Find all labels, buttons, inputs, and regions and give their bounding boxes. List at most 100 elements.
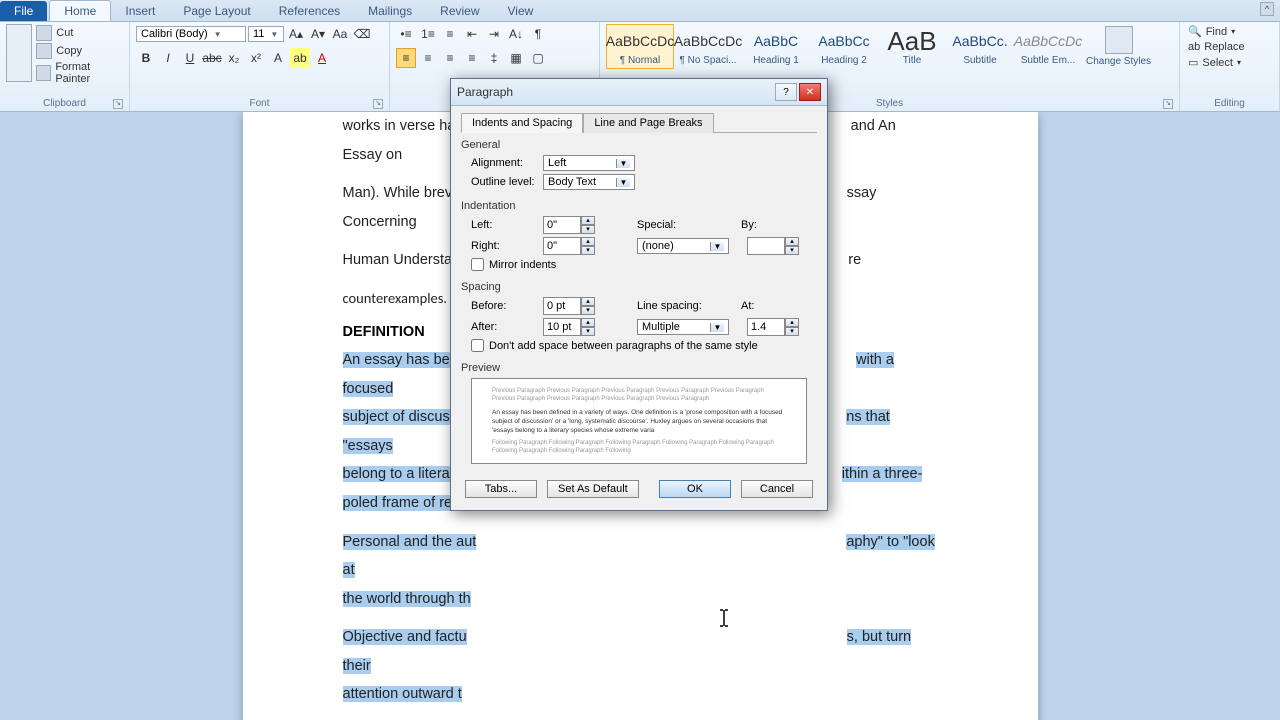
tab-insert[interactable]: Insert xyxy=(111,1,169,21)
minimize-ribbon-icon[interactable]: ^ xyxy=(1260,2,1274,16)
tab-file[interactable]: File xyxy=(0,1,47,21)
font-launcher[interactable]: ↘ xyxy=(373,99,383,109)
underline-button[interactable]: U xyxy=(180,48,200,68)
section-general: General xyxy=(461,139,817,151)
select-button[interactable]: ▭Select▾ xyxy=(1186,55,1273,70)
help-button[interactable]: ? xyxy=(775,83,797,101)
change-styles-icon xyxy=(1105,26,1133,54)
format-painter-button[interactable]: Format Painter xyxy=(36,60,123,86)
numbering-button[interactable]: 1≡ xyxy=(418,24,438,44)
justify-button[interactable]: ≡ xyxy=(462,48,482,68)
style-nospacing[interactable]: AaBbCcDc¶ No Spaci... xyxy=(674,24,742,69)
brush-icon xyxy=(36,65,51,81)
indent-left-spin[interactable]: ▴▾ xyxy=(543,216,595,234)
find-button[interactable]: 🔍Find▾ xyxy=(1186,24,1273,39)
grow-font-button[interactable]: A▴ xyxy=(286,24,306,44)
tab-mailings[interactable]: Mailings xyxy=(354,1,426,21)
dialog-title: Paragraph xyxy=(457,85,513,99)
cancel-button[interactable]: Cancel xyxy=(741,480,813,498)
replace-button[interactable]: abReplace xyxy=(1186,40,1273,54)
clear-formatting-button[interactable]: ⌫ xyxy=(352,24,372,44)
shrink-font-button[interactable]: A▾ xyxy=(308,24,328,44)
bold-button[interactable]: B xyxy=(136,48,156,68)
group-label-clipboard: Clipboard↘ xyxy=(6,98,123,111)
at-spin[interactable]: ▴▾ xyxy=(747,318,799,336)
indent-right-label: Right: xyxy=(471,240,537,252)
group-clipboard: Cut Copy Format Painter Clipboard↘ xyxy=(0,22,130,111)
group-font: Calibri (Body)▼ 11▼ A▴ A▾ Aa ⌫ B I U abc… xyxy=(130,22,390,111)
clipboard-launcher[interactable]: ↘ xyxy=(113,99,123,109)
group-editing: 🔍Find▾ abReplace ▭Select▾ Editing xyxy=(1180,22,1280,111)
style-heading1[interactable]: AaBbCHeading 1 xyxy=(742,24,810,69)
tab-pagelayout[interactable]: Page Layout xyxy=(169,1,264,21)
preview-box: Previous Paragraph Previous Paragraph Pr… xyxy=(471,378,807,464)
group-label-editing: Editing xyxy=(1186,98,1273,111)
before-spin[interactable]: ▴▾ xyxy=(543,297,595,315)
text-effects-button[interactable]: A xyxy=(268,48,288,68)
highlight-button[interactable]: ab xyxy=(290,48,310,68)
style-normal[interactable]: AaBbCcDc¶ Normal xyxy=(606,24,674,69)
style-subtitle[interactable]: AaBbCc.Subtitle xyxy=(946,24,1014,69)
subscript-button[interactable]: x₂ xyxy=(224,48,244,68)
strikethrough-button[interactable]: abc xyxy=(202,48,222,68)
change-styles-button[interactable]: Change Styles xyxy=(1082,24,1155,69)
tab-references[interactable]: References xyxy=(265,1,354,21)
tabs-button[interactable]: Tabs... xyxy=(465,480,537,498)
align-right-button[interactable]: ≡ xyxy=(440,48,460,68)
dont-add-space-checkbox[interactable]: Don't add space between paragraphs of th… xyxy=(471,339,817,352)
group-label-font: Font↘ xyxy=(136,98,383,111)
italic-button[interactable]: I xyxy=(158,48,178,68)
shading-button[interactable]: ▦ xyxy=(506,48,526,68)
ribbon-tabs: File Home Insert Page Layout References … xyxy=(0,0,1280,22)
paragraph-dialog: Paragraph ? ✕ Indents and Spacing Line a… xyxy=(450,78,828,511)
set-default-button[interactable]: Set As Default xyxy=(547,480,639,498)
increase-indent-button[interactable]: ⇥ xyxy=(484,24,504,44)
tab-view[interactable]: View xyxy=(494,1,548,21)
tab-home[interactable]: Home xyxy=(49,0,111,21)
borders-button[interactable]: ▢ xyxy=(528,48,548,68)
superscript-button[interactable]: x² xyxy=(246,48,266,68)
change-case-button[interactable]: Aa xyxy=(330,24,350,44)
alignment-select[interactable]: Left▼ xyxy=(543,155,635,171)
outline-select[interactable]: Body Text▼ xyxy=(543,174,635,190)
line-spacing-button[interactable]: ‡ xyxy=(484,48,504,68)
font-size-combo[interactable]: 11▼ xyxy=(248,26,284,42)
font-name-combo[interactable]: Calibri (Body)▼ xyxy=(136,26,246,42)
close-button[interactable]: ✕ xyxy=(799,83,821,101)
cut-button[interactable]: Cut xyxy=(36,24,123,42)
align-center-button[interactable]: ≡ xyxy=(418,48,438,68)
decrease-indent-button[interactable]: ⇤ xyxy=(462,24,482,44)
special-select[interactable]: (none)▼ xyxy=(637,238,729,254)
styles-launcher[interactable]: ↘ xyxy=(1163,99,1173,109)
ok-button[interactable]: OK xyxy=(659,480,731,498)
align-left-button[interactable]: ≡ xyxy=(396,48,416,68)
linespacing-label: Line spacing: xyxy=(637,300,709,312)
tab-review[interactable]: Review xyxy=(426,1,493,21)
indent-right-spin[interactable]: ▴▾ xyxy=(543,237,595,255)
tab-indents-spacing[interactable]: Indents and Spacing xyxy=(461,113,583,133)
style-subtleem[interactable]: AaBbCcDcSubtle Em... xyxy=(1014,24,1082,69)
sort-button[interactable]: A↓ xyxy=(506,24,526,44)
copy-button[interactable]: Copy xyxy=(36,42,123,60)
mirror-indents-checkbox[interactable]: Mirror indents xyxy=(471,258,817,271)
paste-button[interactable] xyxy=(6,24,32,82)
section-spacing: Spacing xyxy=(461,281,817,293)
scissors-icon xyxy=(36,25,52,41)
by-spin[interactable]: ▴▾ xyxy=(747,237,799,255)
styles-gallery[interactable]: AaBbCcDc¶ Normal AaBbCcDc¶ No Spaci... A… xyxy=(606,24,1082,69)
bullets-button[interactable]: •≡ xyxy=(396,24,416,44)
linespacing-select[interactable]: Multiple▼ xyxy=(637,319,729,335)
section-preview: Preview xyxy=(461,362,817,374)
alignment-label: Alignment: xyxy=(471,157,537,169)
show-marks-button[interactable]: ¶ xyxy=(528,24,548,44)
dialog-titlebar[interactable]: Paragraph ? ✕ xyxy=(451,79,827,106)
style-heading2[interactable]: AaBbCcHeading 2 xyxy=(810,24,878,69)
tab-line-page-breaks[interactable]: Line and Page Breaks xyxy=(583,113,713,133)
at-label: At: xyxy=(741,300,765,312)
special-label: Special: xyxy=(637,219,685,231)
after-spin[interactable]: ▴▾ xyxy=(543,318,595,336)
style-title[interactable]: AaBTitle xyxy=(878,24,946,69)
multilevel-button[interactable]: ≡ xyxy=(440,24,460,44)
dialog-tabs: Indents and Spacing Line and Page Breaks xyxy=(461,112,817,133)
font-color-button[interactable]: A xyxy=(312,48,332,68)
